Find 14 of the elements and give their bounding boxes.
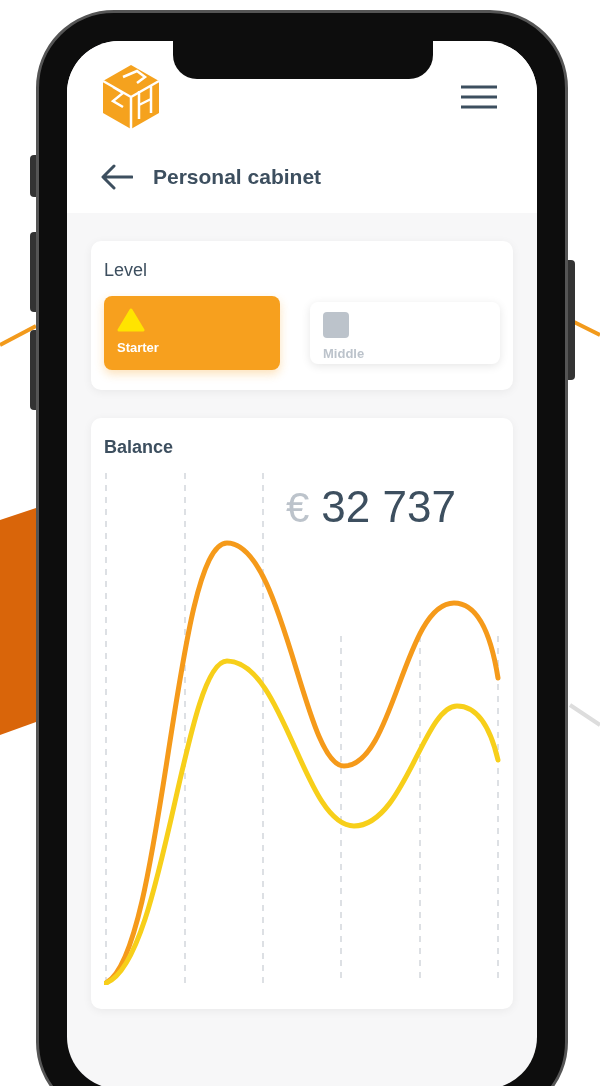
- level-title: Level: [104, 258, 149, 282]
- cube-logo-drawing: [101, 63, 161, 131]
- balance-amount: 32 737: [321, 480, 456, 533]
- level-option[interactable]: Middle: [310, 301, 500, 364]
- currency-symbol: €: [286, 482, 310, 533]
- page-title: Personal cabinet: [153, 164, 322, 190]
- decorative-line: [568, 703, 600, 727]
- decorative-line: [0, 324, 37, 347]
- back-arrow-icon[interactable]: [101, 163, 133, 190]
- balance-title: Balance: [104, 435, 175, 459]
- triangle-icon: [117, 307, 145, 332]
- menu-icon[interactable]: [461, 85, 497, 109]
- square-icon: [323, 311, 349, 338]
- level-option[interactable]: Starter: [104, 295, 280, 370]
